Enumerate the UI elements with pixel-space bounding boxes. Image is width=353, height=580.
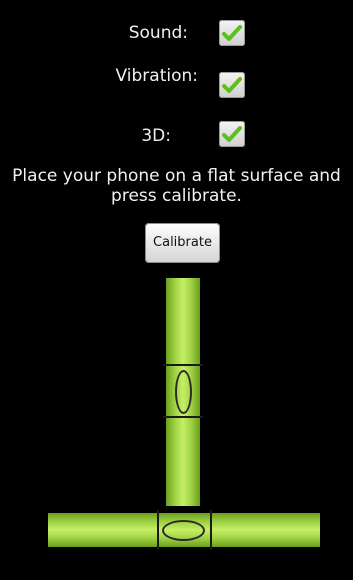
3d-checkbox[interactable] xyxy=(219,121,245,147)
vertical-vial-bottom-mark xyxy=(163,416,203,418)
checkmark-icon xyxy=(222,25,242,41)
checkmark-icon xyxy=(222,126,242,142)
horizontal-vial-right-mark xyxy=(210,510,212,550)
vibration-checkbox[interactable] xyxy=(219,72,245,98)
3d-label: 3D: xyxy=(141,126,171,146)
sound-label: Sound: xyxy=(128,23,188,43)
horizontal-vial-left-mark xyxy=(157,510,159,550)
sound-checkbox[interactable] xyxy=(219,20,245,46)
vertical-level-bubble xyxy=(175,370,192,414)
vibration-label: Vibration: xyxy=(115,66,198,86)
calibration-instructions: Place your phone on a flat surface and p… xyxy=(12,166,341,206)
horizontal-level-bubble xyxy=(162,520,205,541)
checkmark-icon xyxy=(222,77,242,93)
calibrate-button[interactable]: Calibrate xyxy=(145,223,220,263)
vertical-vial-top-mark xyxy=(163,364,203,366)
